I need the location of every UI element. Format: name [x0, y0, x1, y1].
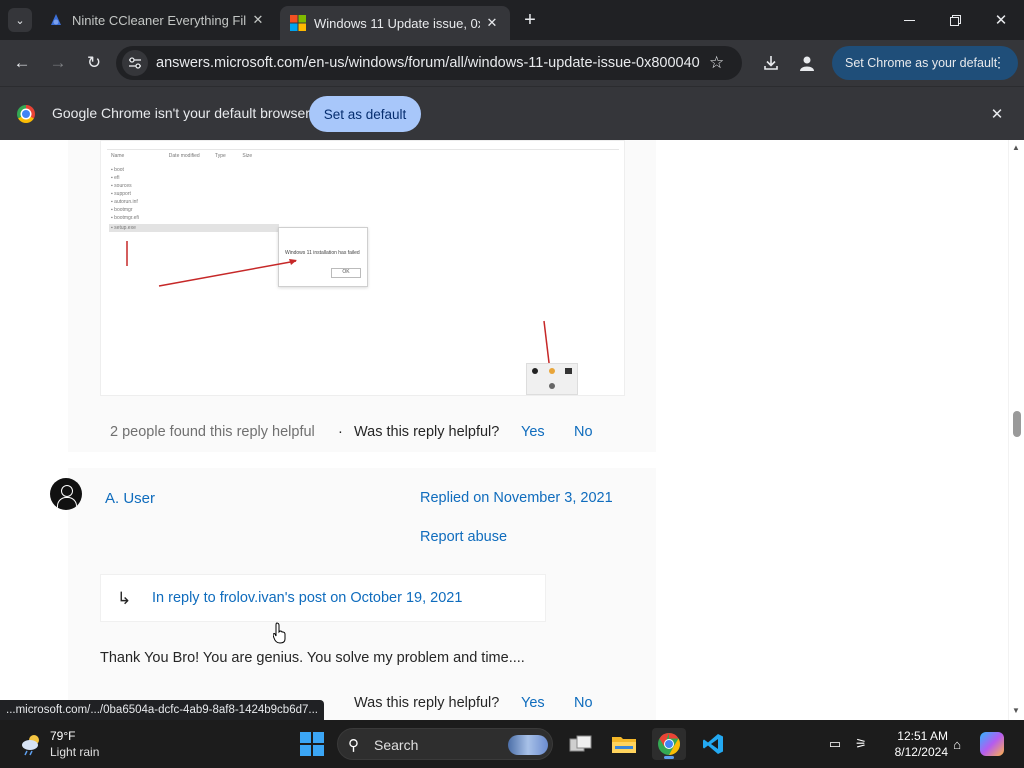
ninite-favicon-icon — [51, 14, 61, 25]
file-explorer-button[interactable] — [607, 728, 641, 760]
downloads-button[interactable] — [757, 49, 785, 77]
tab-windows-update[interactable]: Windows 11 Update issue, 0x80... ✕ — [280, 6, 510, 40]
new-tab-button[interactable]: + — [518, 8, 542, 32]
tab-search-button[interactable]: ⌄ — [8, 8, 32, 32]
weather-condition[interactable]: Light rain — [50, 745, 99, 759]
start-button[interactable] — [300, 732, 324, 756]
close-icon[interactable]: ✕ — [987, 104, 1007, 124]
arrow-right-icon: → — [49, 53, 67, 72]
vscode-button[interactable] — [696, 728, 730, 760]
helpful-count: 2 people found this reply helpful — [110, 424, 315, 440]
page-content: Name Date modified Type Size ▪ boot ▪ ef… — [0, 140, 1008, 720]
helpful-question: Was this reply helpful? — [354, 424, 500, 440]
close-window-button[interactable]: ✕ — [978, 0, 1024, 40]
tab-title: Windows 11 Update issue, 0x80... — [314, 15, 480, 31]
minimize-icon — [903, 19, 915, 21]
restore-icon — [949, 14, 961, 26]
address-bar[interactable]: answers.microsoft.com/en-us/windows/foru… — [116, 46, 742, 80]
tune-icon — [129, 57, 141, 69]
folder-icon — [612, 737, 636, 753]
notification-icon[interactable]: ⌂ — [948, 735, 966, 753]
forward-button[interactable]: → — [44, 49, 72, 77]
minimize-button[interactable] — [886, 0, 932, 40]
clock-time[interactable]: 12:51 AM — [888, 729, 948, 743]
status-link-bubble: ...microsoft.com/.../0ba6504a-dcfc-4ab9-… — [0, 700, 324, 720]
reply-arrow-icon: ↳ — [117, 589, 132, 608]
search-label: Search — [374, 737, 419, 753]
reload-button[interactable]: ↻ — [80, 49, 108, 77]
set-default-label: Set Chrome as your default — [845, 56, 998, 70]
copilot-icon[interactable] — [980, 732, 1004, 756]
weather-rain-icon[interactable] — [20, 732, 44, 756]
helpful-no-button[interactable]: No — [574, 424, 593, 440]
chrome-logo-icon — [17, 105, 35, 123]
close-icon[interactable]: ✕ — [246, 8, 270, 32]
tray-icons-image — [526, 363, 578, 395]
default-browser-infobar: Google Chrome isn't your default browser… — [0, 86, 1024, 140]
clock-date[interactable]: 8/12/2024 — [884, 745, 948, 759]
set-chrome-default-button[interactable]: Set Chrome as your default ⋮ — [832, 46, 1018, 80]
arrow-left-icon: ← — [13, 53, 31, 72]
taskbar-search[interactable]: ⚲ Search — [337, 728, 553, 760]
helpful-row: 2 people found this reply helpful · Was … — [100, 418, 620, 446]
reply-body: Thank You Bro! You are genius. You solve… — [100, 650, 525, 666]
bookmark-star-icon[interactable]: ☆ — [709, 53, 724, 73]
download-icon — [764, 56, 778, 70]
separator-dot: · — [338, 424, 343, 440]
profile-icon — [800, 56, 814, 71]
page-scrollbar[interactable]: ▲ ▼ — [1008, 140, 1024, 720]
chrome-taskbar-button[interactable] — [652, 728, 686, 760]
avatar — [50, 478, 82, 510]
in-reply-to-link[interactable]: In reply to frolov.ivan's post on Octobe… — [152, 590, 462, 606]
infobar-message: Google Chrome isn't your default browser — [52, 105, 310, 121]
task-view-button[interactable] — [564, 728, 598, 760]
helpful-question: Was this reply helpful? — [354, 695, 500, 711]
helpful-no-button[interactable]: No — [574, 695, 593, 711]
windows-logo-icon — [300, 732, 311, 743]
chrome-icon — [658, 733, 680, 755]
taskbar: 79°F Light rain ⚲ Search ▭ ⚞ 12:51 AM 8/… — [0, 720, 1024, 768]
profile-button[interactable] — [793, 49, 821, 77]
site-info-icon[interactable] — [122, 50, 148, 76]
red-arrows-icon — [126, 241, 551, 372]
tab-ninite[interactable]: Ninite CCleaner Everything File... ✕ — [38, 0, 276, 40]
set-as-default-button[interactable]: Set as default — [309, 96, 421, 132]
browser-toolbar: ← → ↻ answers.microsoft.com/en-us/window… — [0, 40, 1024, 86]
hand-cursor-icon — [273, 622, 286, 644]
vscode-icon — [703, 734, 723, 754]
reload-icon: ↻ — [86, 53, 102, 72]
scroll-up-icon[interactable]: ▲ — [1012, 143, 1020, 152]
in-reply-to-box: ↳ In reply to frolov.ivan's post on Octo… — [100, 574, 546, 622]
weather-temp[interactable]: 79°F — [50, 729, 75, 743]
more-menu-icon[interactable]: ⋮ — [992, 54, 1006, 71]
helpful-yes-button[interactable]: Yes — [521, 424, 545, 440]
close-icon: ✕ — [994, 12, 1008, 29]
network-icon[interactable]: ⚞ — [852, 735, 870, 753]
tablet-icon[interactable]: ▭ — [826, 735, 844, 753]
reply-date-link[interactable]: Replied on November 3, 2021 — [420, 490, 613, 506]
tab-strip: ⌄ Ninite CCleaner Everything File... ✕ W… — [0, 0, 1024, 40]
report-abuse-link[interactable]: Report abuse — [420, 529, 507, 545]
chevron-down-icon: ⌄ — [15, 14, 25, 27]
restore-button[interactable] — [932, 0, 978, 40]
search-icon: ⚲ — [348, 737, 359, 754]
microsoft-favicon-icon — [290, 15, 306, 31]
tab-title: Ninite CCleaner Everything File... — [72, 12, 246, 28]
screen: ⌄ Ninite CCleaner Everything File... ✕ W… — [0, 0, 1024, 768]
back-button[interactable]: ← — [8, 49, 36, 77]
close-icon[interactable]: ✕ — [480, 11, 504, 35]
status-link-text: ...microsoft.com/.../0ba6504a-dcfc-4ab9-… — [6, 704, 318, 716]
reply-screenshot-image: Name Date modified Type Size ▪ boot ▪ ef… — [100, 140, 625, 396]
scroll-thumb[interactable] — [1013, 411, 1021, 437]
url-text[interactable]: answers.microsoft.com/en-us/windows/foru… — [156, 55, 701, 71]
helpful-yes-button[interactable]: Yes — [521, 695, 545, 711]
reply-username[interactable]: A. User — [105, 490, 155, 507]
search-highlight-icon — [508, 735, 548, 755]
scroll-down-icon[interactable]: ▼ — [1012, 706, 1020, 715]
task-view-icon — [569, 735, 592, 752]
